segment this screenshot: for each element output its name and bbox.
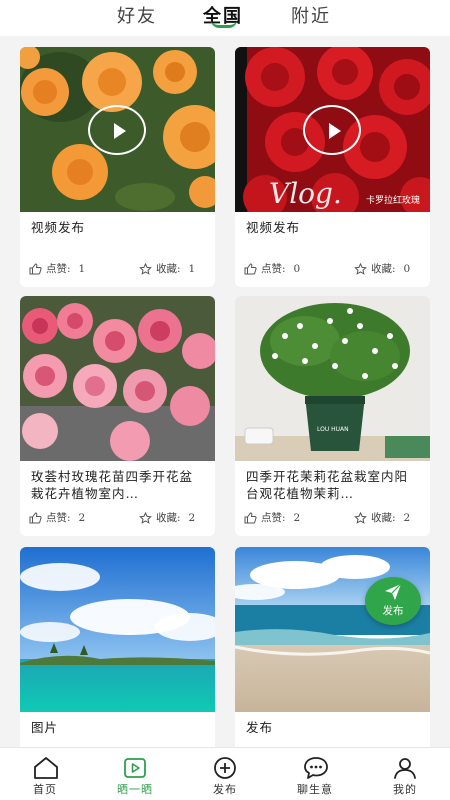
- favorite-label: 收藏:: [156, 512, 181, 524]
- pot-label: LOU HUAN: [317, 426, 349, 433]
- star-icon: [354, 511, 367, 524]
- like-count: 1: [78, 262, 86, 275]
- star-icon: [139, 511, 152, 524]
- tab-active-indicator: [211, 20, 237, 28]
- favorite-stat[interactable]: 收藏: 2: [139, 510, 195, 525]
- like-stat[interactable]: 点赞: 1: [29, 261, 85, 276]
- nav-showcase-label: 晒一晒: [117, 783, 153, 796]
- image-thumbnail[interactable]: [235, 547, 430, 712]
- thumbs-up-icon: [29, 511, 42, 523]
- play-icon[interactable]: [303, 105, 361, 155]
- like-label: 点赞:: [261, 512, 286, 524]
- like-label: 点赞:: [261, 263, 286, 275]
- nav-profile[interactable]: 我的: [360, 748, 450, 800]
- thumbs-up-icon: [244, 262, 257, 274]
- send-icon: [385, 583, 402, 600]
- chat-icon: [304, 757, 328, 779]
- like-label: 点赞:: [46, 263, 71, 275]
- top-tab-bar: 好友 全国 附近: [0, 0, 450, 36]
- favorite-count: 0: [403, 262, 411, 275]
- favorite-count: 2: [188, 511, 196, 524]
- favorite-stat[interactable]: 收藏: 0: [354, 261, 410, 276]
- feed-card[interactable]: Vlog. 卡罗拉红玫瑰 视频发布 点赞: 0 收藏: 0: [235, 47, 430, 287]
- nav-showcase[interactable]: 晒一晒: [90, 748, 180, 800]
- card-title: 玫荟村玫瑰花苗四季开花盆栽花卉植物室内…: [31, 469, 194, 501]
- like-count: 2: [293, 511, 301, 524]
- card-title: 四季开花茉莉花盆栽室内阳台观花植物茉莉…: [246, 469, 409, 501]
- favorite-stat[interactable]: 收藏: 1: [139, 261, 195, 276]
- nav-chat[interactable]: 聊生意: [270, 748, 360, 800]
- play-square-icon: [124, 758, 146, 778]
- publish-fab[interactable]: 发布: [365, 577, 421, 625]
- nav-publish[interactable]: 发布: [180, 748, 270, 800]
- star-icon: [354, 262, 367, 275]
- feed-card[interactable]: LOU HUAN 四季开花茉莉花盆栽室内阳台观花植物茉莉… 点赞: 2 收藏: …: [235, 296, 430, 536]
- beach-waves-image: [235, 547, 430, 712]
- card-title: 图片: [31, 720, 59, 735]
- plus-circle-icon: [214, 757, 236, 779]
- pink-roses-image: [20, 296, 215, 461]
- card-title: 发布: [246, 720, 274, 735]
- nav-home[interactable]: 首页: [0, 748, 90, 800]
- nav-profile-label: 我的: [393, 783, 417, 796]
- card-title: 视频发布: [246, 220, 301, 235]
- nav-home-label: 首页: [33, 783, 57, 796]
- image-thumbnail[interactable]: LOU HUAN: [235, 296, 430, 461]
- favorite-count: 2: [403, 511, 411, 524]
- star-icon: [139, 262, 152, 275]
- nav-chat-label: 聊生意: [297, 783, 333, 796]
- favorite-count: 1: [188, 262, 196, 275]
- image-thumbnail[interactable]: [20, 547, 215, 712]
- nav-publish-label: 发布: [213, 783, 237, 796]
- card-title: 视频发布: [31, 220, 86, 235]
- like-stat[interactable]: 点赞: 0: [244, 261, 300, 276]
- jasmine-plant-image: LOU HUAN: [235, 296, 430, 461]
- like-count: 0: [293, 262, 301, 275]
- favorite-label: 收藏:: [156, 263, 181, 275]
- like-count: 2: [78, 511, 86, 524]
- video-caption: 卡罗拉红玫瑰: [365, 196, 420, 206]
- video-thumbnail[interactable]: [20, 47, 215, 212]
- like-stat[interactable]: 点赞: 2: [244, 510, 300, 525]
- favorite-stat[interactable]: 收藏: 2: [354, 510, 410, 525]
- favorite-label: 收藏:: [371, 263, 396, 275]
- thumbs-up-icon: [29, 262, 42, 274]
- tab-nearby[interactable]: 附近: [291, 2, 331, 28]
- user-icon: [394, 758, 416, 779]
- bottom-nav: 首页 晒一晒 发布 聊生意 我的: [0, 747, 450, 800]
- tab-friends[interactable]: 好友: [117, 2, 157, 28]
- feed-card[interactable]: 玫荟村玫瑰花苗四季开花盆栽花卉植物室内… 点赞: 2 收藏: 2: [20, 296, 215, 536]
- publish-fab-label: 发布: [382, 605, 404, 617]
- like-label: 点赞:: [46, 512, 71, 524]
- image-thumbnail[interactable]: [20, 296, 215, 461]
- like-stat[interactable]: 点赞: 2: [29, 510, 85, 525]
- home-icon: [34, 757, 58, 779]
- feed-card[interactable]: 视频发布 点赞: 1 收藏: 1: [20, 47, 215, 287]
- thumbs-up-icon: [244, 511, 257, 523]
- play-icon[interactable]: [88, 105, 146, 155]
- video-thumbnail[interactable]: Vlog. 卡罗拉红玫瑰: [235, 47, 430, 212]
- favorite-label: 收藏:: [371, 512, 396, 524]
- island-beach-image: [20, 547, 215, 712]
- vlog-watermark: Vlog.: [269, 177, 342, 210]
